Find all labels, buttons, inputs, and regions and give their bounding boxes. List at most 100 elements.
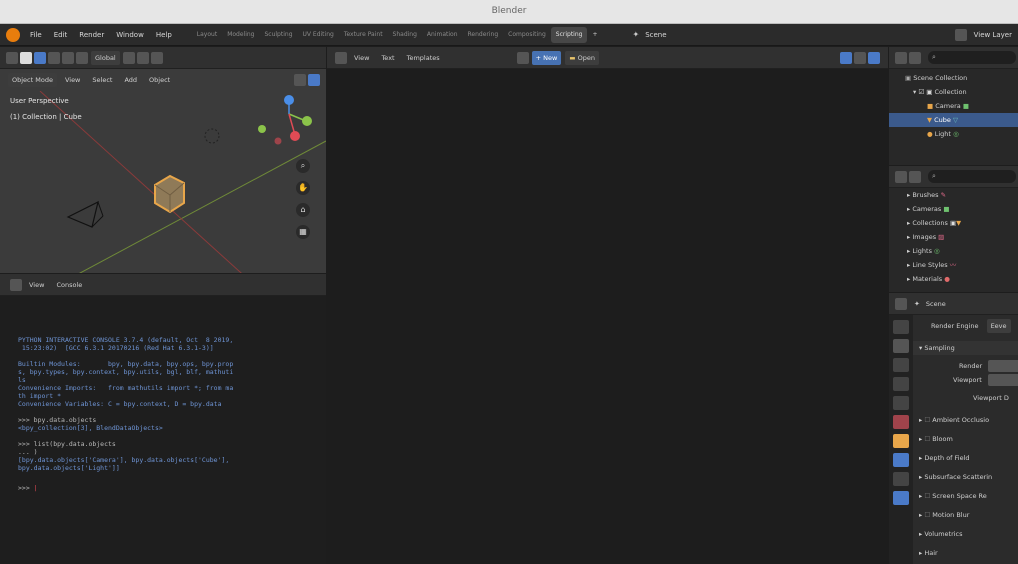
- particles-tab-icon[interactable]: [893, 472, 909, 486]
- tab-shading[interactable]: Shading: [388, 27, 422, 43]
- text-browse-icon[interactable]: [516, 51, 529, 64]
- data-item-cameras[interactable]: ▸ Cameras ■: [889, 202, 1018, 216]
- display-mode-icon[interactable]: [909, 51, 921, 64]
- overlay-icon[interactable]: [308, 74, 320, 86]
- text-editor-area[interactable]: [327, 69, 888, 564]
- camera-view-icon[interactable]: ⌂: [296, 203, 310, 217]
- view-layer-icon[interactable]: [954, 28, 967, 41]
- select-subtract-icon[interactable]: [62, 51, 74, 64]
- sampling-panel-header[interactable]: ▾ Sampling: [913, 341, 1018, 355]
- viewport-menu-view[interactable]: View: [61, 73, 84, 87]
- physics-tab-icon[interactable]: [893, 491, 909, 505]
- menu-edit[interactable]: Edit: [48, 24, 74, 46]
- viewport-samples-field[interactable]: [987, 374, 1018, 386]
- view-layer-selector[interactable]: View Layer: [968, 24, 1018, 46]
- data-item-line-styles[interactable]: ▸ Line Styles 〰: [889, 258, 1018, 272]
- console-prompt[interactable]: >>> |: [18, 484, 308, 492]
- data-item-brushes[interactable]: ▸ Brushes ✎: [889, 188, 1018, 202]
- panel-hair[interactable]: ▸ Hair: [913, 546, 1018, 560]
- editor-type-icon[interactable]: [6, 51, 18, 64]
- transform-orientation[interactable]: Global: [91, 50, 120, 65]
- data-item-collections[interactable]: ▸ Collections ▣▼: [889, 216, 1018, 230]
- checkbox-icon[interactable]: ☐: [924, 492, 930, 500]
- snap-icon[interactable]: [136, 51, 149, 64]
- outliner-item-camera[interactable]: ■ Camera ■: [889, 99, 1018, 113]
- select-tool-icon[interactable]: [20, 51, 32, 64]
- panel-screen-space-reflections[interactable]: ▸ ☐ Screen Space Re: [913, 489, 1018, 503]
- output-tab-icon[interactable]: [893, 358, 909, 372]
- console-editor-type-icon[interactable]: [10, 278, 22, 291]
- pivot-icon[interactable]: [122, 51, 135, 64]
- scene-tab-icon[interactable]: [893, 396, 909, 410]
- line-numbers-icon[interactable]: [840, 51, 852, 64]
- render-engine-dropdown[interactable]: Eeve: [986, 319, 1011, 333]
- outliner-item-cube[interactable]: ▼ Cube ▽: [889, 113, 1018, 127]
- text-menu-view[interactable]: View: [350, 51, 373, 65]
- outliner-item-scene-collection[interactable]: ▣ Scene Collection: [889, 71, 1018, 85]
- outliner-item-collection[interactable]: ▾ ☑ ▣ Collection: [889, 85, 1018, 99]
- world-tab-icon[interactable]: [893, 415, 909, 429]
- menu-file[interactable]: File: [24, 24, 48, 46]
- modifier-tab-icon[interactable]: [893, 453, 909, 467]
- select-box-icon[interactable]: [34, 51, 46, 64]
- tab-animation[interactable]: Animation: [422, 27, 463, 43]
- tab-modeling[interactable]: Modeling: [222, 27, 259, 43]
- perspective-toggle-icon[interactable]: ▦: [296, 225, 310, 239]
- tab-rendering[interactable]: Rendering: [463, 27, 504, 43]
- console-menu-console[interactable]: Console: [52, 278, 86, 292]
- 3d-viewport[interactable]: User Perspective (1) Collection | Cube ⌕…: [0, 91, 326, 273]
- menu-render[interactable]: Render: [73, 24, 110, 46]
- tab-sculpting[interactable]: Sculpting: [259, 27, 297, 43]
- view-layer-tab-icon[interactable]: [893, 377, 909, 391]
- tool-tab-icon[interactable]: [893, 320, 909, 334]
- tab-layout[interactable]: Layout: [192, 27, 222, 43]
- viewport-menu-add[interactable]: Add: [120, 73, 141, 87]
- add-workspace-button[interactable]: +: [587, 27, 602, 43]
- panel-bloom[interactable]: ▸ ☐ Bloom: [913, 432, 1018, 446]
- text-menu-templates[interactable]: Templates: [403, 51, 444, 65]
- tab-uv-editing[interactable]: UV Editing: [298, 27, 339, 43]
- select-extend-icon[interactable]: [48, 51, 60, 64]
- syntax-highlight-icon[interactable]: [868, 51, 880, 64]
- select-invert-icon[interactable]: [76, 51, 88, 64]
- checkbox-icon[interactable]: ☐: [924, 511, 930, 519]
- text-editor-type-icon[interactable]: [335, 51, 347, 64]
- tab-texture-paint[interactable]: Texture Paint: [339, 27, 388, 43]
- viewport-shading-icon[interactable]: [294, 74, 306, 86]
- scene-selector[interactable]: Scene: [639, 24, 672, 46]
- properties-scene-label[interactable]: Scene: [922, 297, 950, 311]
- data-search-input[interactable]: ⌕: [928, 170, 1016, 183]
- pan-hand-icon[interactable]: ✋: [296, 181, 310, 195]
- python-console[interactable]: PYTHON INTERACTIVE CONSOLE 3.7.4 (defaul…: [0, 296, 326, 564]
- text-menu-text[interactable]: Text: [377, 51, 398, 65]
- console-menu-view[interactable]: View: [25, 278, 48, 292]
- render-tab-icon[interactable]: [893, 339, 909, 353]
- outliner-item-light[interactable]: ● Light ◎: [889, 127, 1018, 141]
- blender-logo-icon[interactable]: [6, 27, 20, 42]
- menu-window[interactable]: Window: [110, 24, 150, 46]
- tab-scripting[interactable]: Scripting: [550, 26, 588, 43]
- object-mode-dropdown[interactable]: Object Mode: [8, 73, 57, 87]
- blend-data-icon[interactable]: [909, 170, 921, 183]
- outliner-search-input[interactable]: ⌕: [928, 51, 1016, 64]
- new-text-button[interactable]: + New: [531, 50, 562, 65]
- proportional-edit-icon[interactable]: [150, 51, 163, 64]
- menu-help[interactable]: Help: [150, 24, 178, 46]
- panel-depth-of-field[interactable]: ▸ Depth of Field: [913, 451, 1018, 465]
- checkbox-icon[interactable]: ☐: [924, 435, 930, 443]
- properties-editor-type-icon[interactable]: [895, 297, 907, 310]
- panel-subsurface-scattering[interactable]: ▸ Subsurface Scatterin: [913, 470, 1018, 484]
- word-wrap-icon[interactable]: [854, 51, 866, 64]
- checkbox-icon[interactable]: ☐: [924, 416, 930, 424]
- object-tab-icon[interactable]: [893, 434, 909, 448]
- zoom-icon[interactable]: ⌕: [296, 159, 310, 173]
- outliner-editor-type-icon[interactable]: [895, 51, 907, 64]
- data-item-images[interactable]: ▸ Images ▨: [889, 230, 1018, 244]
- panel-ambient-occlusion[interactable]: ▸ ☐ Ambient Occlusio: [913, 413, 1018, 427]
- data-item-materials[interactable]: ▸ Materials ●: [889, 272, 1018, 286]
- data-editor-type-icon[interactable]: [895, 170, 907, 183]
- data-item-lights[interactable]: ▸ Lights ◎: [889, 244, 1018, 258]
- render-samples-field[interactable]: [988, 360, 1018, 372]
- viewport-menu-object[interactable]: Object: [145, 73, 174, 87]
- panel-volumetrics[interactable]: ▸ Volumetrics: [913, 527, 1018, 541]
